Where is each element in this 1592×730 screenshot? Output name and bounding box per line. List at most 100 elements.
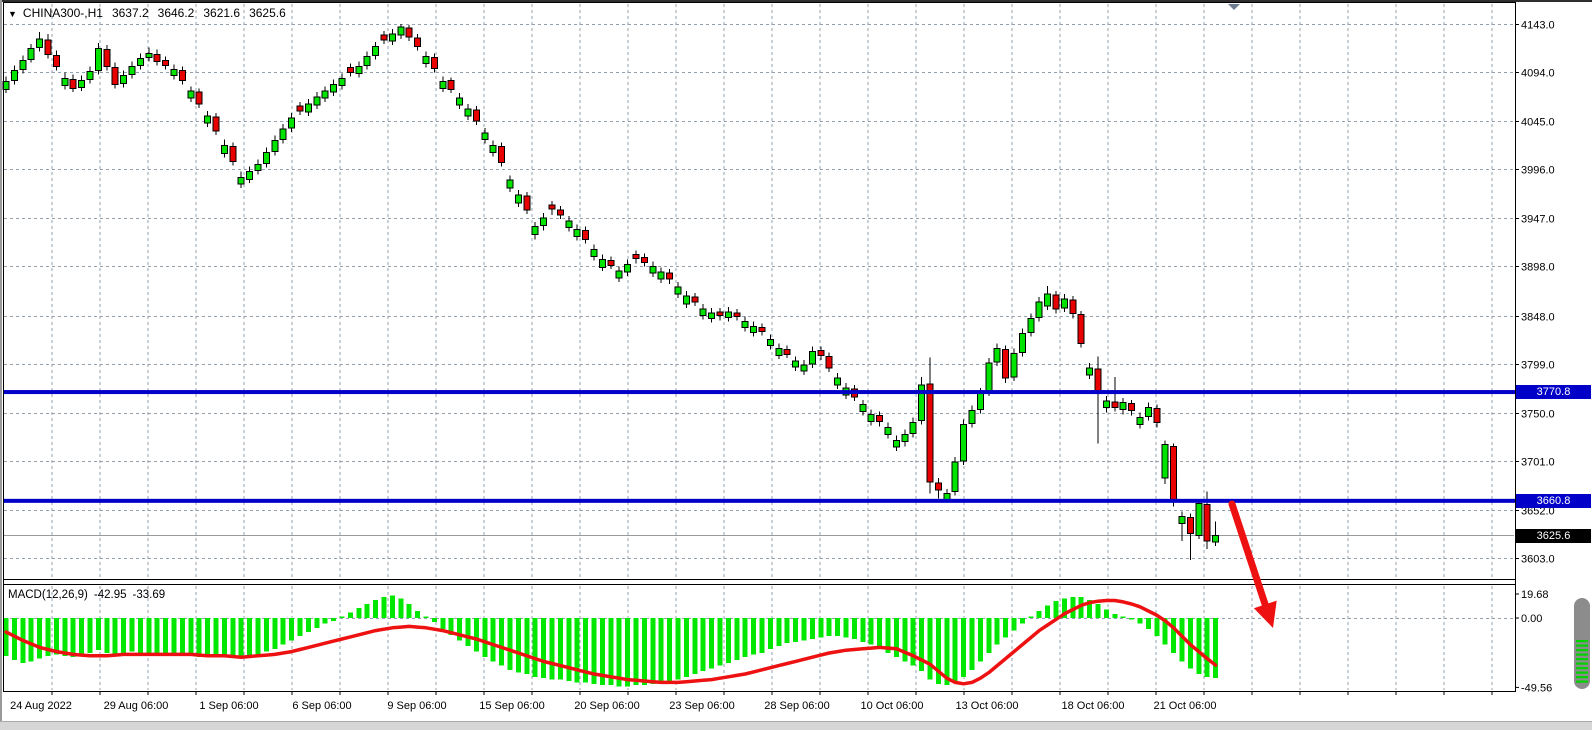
candle <box>1196 504 1202 536</box>
macd-tick-label: -49.56 <box>1521 682 1552 694</box>
chart-border <box>4 3 1516 692</box>
candle <box>205 116 211 123</box>
candle <box>1162 444 1168 478</box>
macd-bar <box>356 608 361 618</box>
macd-bar <box>323 618 328 624</box>
price-tick-label: 3898.0 <box>1521 262 1555 274</box>
macd-bar <box>802 618 807 640</box>
candle <box>1103 401 1109 408</box>
candle <box>1070 300 1076 314</box>
candle <box>1129 404 1135 411</box>
macd-bar <box>130 618 135 652</box>
candle <box>171 69 177 75</box>
price-tick-label: 4094.0 <box>1521 68 1555 80</box>
candle <box>877 416 883 422</box>
candle <box>1053 295 1059 309</box>
support-line[interactable] <box>4 499 1515 503</box>
candle <box>364 57 370 66</box>
candle <box>423 57 429 64</box>
candle <box>188 91 194 98</box>
price-shift-marker-icon[interactable] <box>1228 4 1240 10</box>
macd-bar <box>88 618 93 653</box>
candle <box>238 177 244 184</box>
candle <box>801 365 807 371</box>
time-tick-label: 9 Sep 06:00 <box>387 700 446 712</box>
candle <box>717 312 723 316</box>
scrollbar-thumb[interactable] <box>1574 598 1590 689</box>
macd-bar <box>1028 617 1033 618</box>
candle <box>742 322 748 328</box>
macd-bar <box>986 618 991 653</box>
candle <box>179 70 185 80</box>
candle <box>608 260 614 265</box>
macd-bar <box>29 618 34 661</box>
resistance-price-badge: 3770.8 <box>1516 385 1591 399</box>
candle <box>1011 353 1017 377</box>
candle <box>406 28 412 37</box>
ohlc-low: 3621.6 <box>203 6 240 20</box>
candle <box>826 356 832 368</box>
resistance-line[interactable] <box>4 390 1515 394</box>
candle <box>675 287 681 294</box>
candle <box>322 91 328 98</box>
candle <box>482 133 488 140</box>
macd-bar <box>230 618 235 657</box>
price-chart-canvas[interactable]: 4143.04094.04045.03996.03947.03898.03848… <box>0 0 1592 730</box>
candle <box>1145 408 1151 417</box>
macd-bar <box>163 618 168 654</box>
candle <box>1187 517 1193 533</box>
macd-bar <box>205 618 210 656</box>
candle <box>53 56 59 67</box>
macd-bar <box>1020 618 1025 624</box>
candle <box>28 49 34 60</box>
candle <box>381 35 387 40</box>
macd-bar <box>382 597 387 618</box>
macd-bar <box>566 618 571 681</box>
macd-bar <box>121 618 126 654</box>
macd-bar <box>214 618 219 654</box>
macd-bar <box>1205 618 1210 677</box>
candle <box>431 58 437 69</box>
macd-bar <box>625 618 630 687</box>
candle <box>1028 319 1034 333</box>
macd-bar <box>701 618 706 671</box>
candle <box>868 415 874 422</box>
candle <box>1112 402 1118 408</box>
time-tick-label: 29 Aug 06:00 <box>104 700 169 712</box>
candle <box>793 361 799 367</box>
macd-bar <box>466 618 471 646</box>
macd-bar <box>289 618 294 640</box>
macd-bar <box>1037 611 1042 618</box>
symbol-dropdown-icon[interactable]: ▼ <box>8 9 17 19</box>
macd-bar <box>4 618 9 656</box>
candle <box>280 129 286 140</box>
macd-bar <box>264 618 269 652</box>
candle <box>263 153 269 164</box>
candle <box>1137 418 1143 425</box>
macd-bar <box>104 618 109 653</box>
macd-scrollbar[interactable] <box>1574 598 1590 689</box>
chart-header: ▼CHINA300-,H13637.23646.23621.63625.6 <box>8 6 286 20</box>
macd-bar <box>96 618 101 650</box>
candle <box>457 98 463 105</box>
macd-bar <box>340 617 345 618</box>
scrollbar-stripe <box>1576 676 1588 678</box>
macd-bar <box>533 618 538 677</box>
macd-bar <box>558 618 563 680</box>
candle <box>515 195 521 203</box>
candle <box>339 78 345 85</box>
candle <box>599 259 605 267</box>
candle <box>1036 302 1042 318</box>
macd-bar <box>734 618 739 660</box>
candle <box>767 339 773 345</box>
macd-bar <box>256 618 261 654</box>
candle <box>935 483 941 490</box>
macd-bar <box>810 618 815 639</box>
macd-bar <box>928 618 933 680</box>
candle <box>692 297 698 302</box>
candle <box>1045 294 1051 306</box>
macd-bar <box>306 618 311 632</box>
macd-bar <box>222 618 227 656</box>
candle <box>1003 349 1009 378</box>
candle <box>541 218 547 226</box>
